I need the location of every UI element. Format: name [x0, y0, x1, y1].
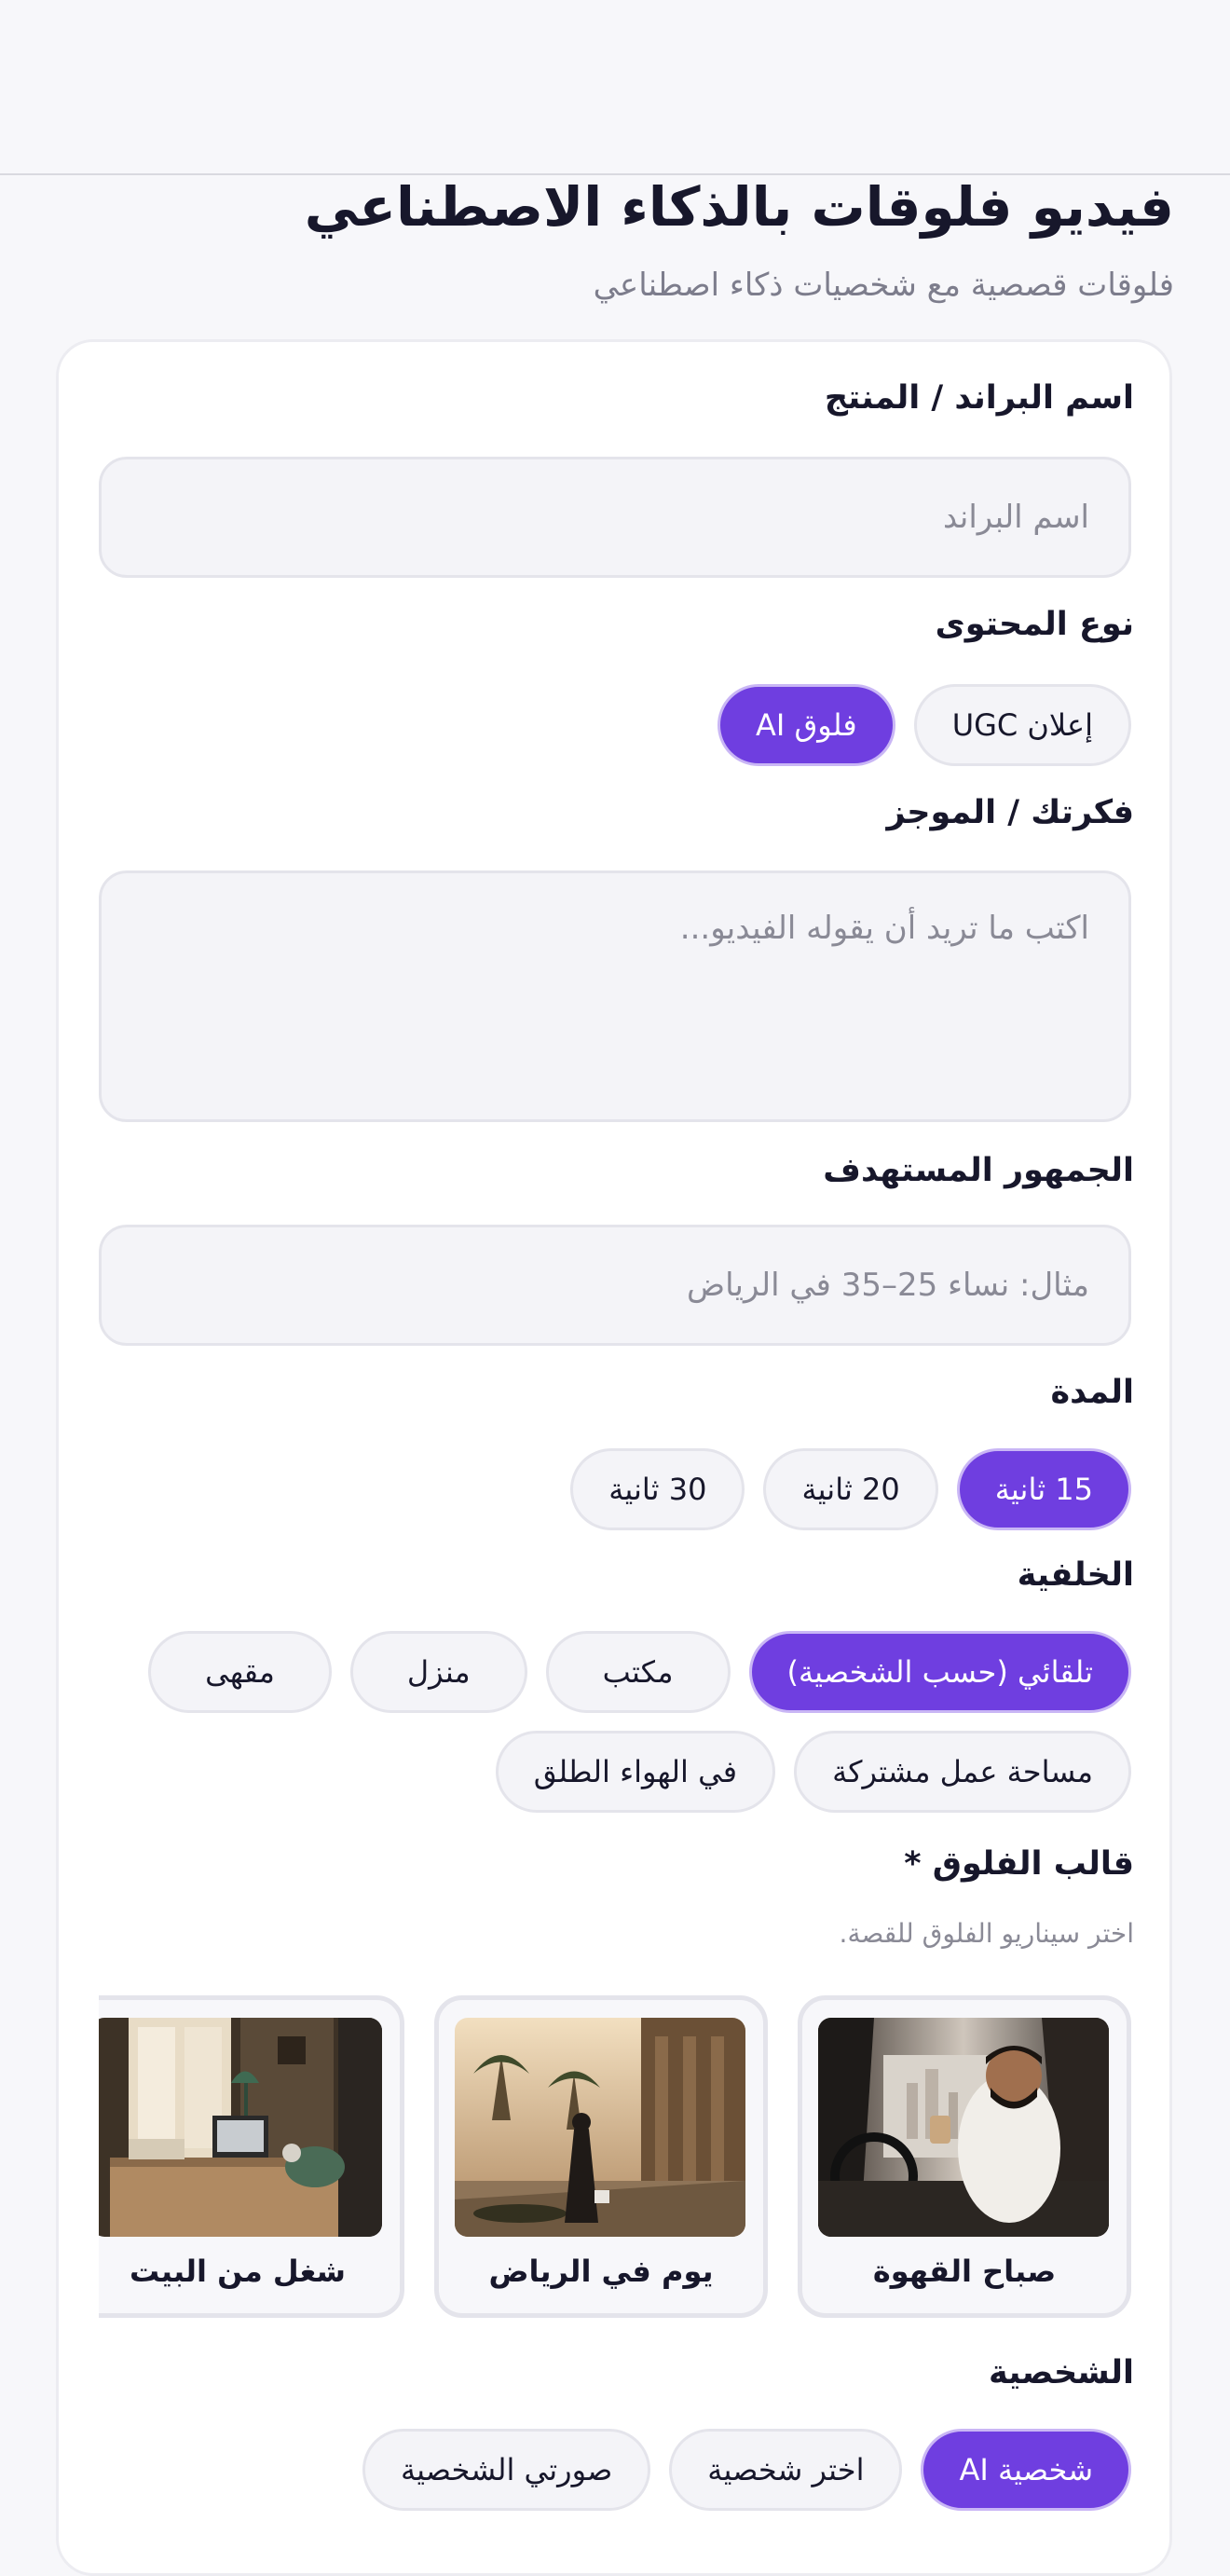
duration-options: 15 ثانية 20 ثانية 30 ثانية — [99, 1448, 1131, 1530]
background-cafe[interactable]: مقهى — [148, 1631, 332, 1713]
persona-choose[interactable]: اختر شخصية — [669, 2429, 903, 2511]
audience-label: الجمهور المستهدف — [823, 1152, 1134, 1189]
coffee-morning-photo-icon — [818, 2018, 1109, 2237]
work-from-home-photo-icon — [99, 2018, 382, 2237]
template-hint: اختر سيناريو الفلوق للقصة. — [839, 1918, 1134, 1949]
page-title: فيديو فلوقات بالذكاء الاصطناعي — [304, 175, 1175, 239]
top-bar — [0, 0, 1230, 175]
content-type-options: إعلان UGC فلوق AI — [99, 684, 1131, 766]
template-name: شغل من البيت — [130, 2254, 346, 2289]
background-outdoor[interactable]: في الهواء الطلق — [495, 1731, 776, 1813]
background-auto[interactable]: تلقائي (حسب الشخصية) — [748, 1631, 1131, 1713]
page-subtitle: فلوقات قصصية مع شخصيات ذكاء اصطناعي — [593, 267, 1174, 304]
brief-textarea[interactable] — [99, 870, 1131, 1122]
content-type-label: نوع المحتوى — [935, 606, 1134, 643]
option-ai-vlog[interactable]: فلوق AI — [717, 684, 895, 766]
persona-my-photo[interactable]: صورتي الشخصية — [362, 2429, 651, 2511]
brand-label: اسم البراند / المنتج — [824, 379, 1134, 417]
persona-options: شخصية AI اختر شخصية صورتي الشخصية — [99, 2429, 1131, 2511]
option-ugc-ad[interactable]: إعلان UGC — [913, 684, 1131, 766]
template-carousel[interactable]: صباح القهوة يوم في الرياض شغل من البيت — [99, 1995, 1131, 2318]
duration-20s[interactable]: 20 ثانية — [763, 1448, 938, 1530]
background-options-row-2: مساحة عمل مشتركة في الهواء الطلق — [99, 1731, 1131, 1813]
riyadh-day-photo-icon — [455, 2018, 745, 2237]
background-label: الخلفية — [1017, 1556, 1134, 1594]
background-home[interactable]: منزل — [349, 1631, 527, 1713]
duration-label: المدة — [1050, 1374, 1134, 1411]
duration-30s[interactable]: 30 ثانية — [570, 1448, 745, 1530]
persona-label: الشخصية — [989, 2354, 1134, 2391]
template-card-work-from-home[interactable]: شغل من البيت — [99, 1995, 404, 2318]
background-options-row-1: تلقائي (حسب الشخصية) مكتب منزل مقهى — [99, 1631, 1131, 1713]
template-card-riyadh-day[interactable]: يوم في الرياض — [434, 1995, 768, 2318]
background-office[interactable]: مكتب — [545, 1631, 731, 1713]
brief-label: فكرتك / الموجز — [886, 794, 1134, 831]
background-coworking[interactable]: مساحة عمل مشتركة — [794, 1731, 1131, 1813]
template-name: يوم في الرياض — [488, 2254, 714, 2289]
template-card-coffee-morning[interactable]: صباح القهوة — [798, 1995, 1131, 2318]
brand-input[interactable] — [99, 457, 1131, 578]
duration-15s[interactable]: 15 ثانية — [956, 1448, 1131, 1530]
persona-ai[interactable]: شخصية AI — [921, 2429, 1131, 2511]
template-label: قالب الفلوق * — [904, 1845, 1134, 1883]
audience-input[interactable] — [99, 1225, 1131, 1346]
template-name: صباح القهوة — [872, 2254, 1057, 2289]
